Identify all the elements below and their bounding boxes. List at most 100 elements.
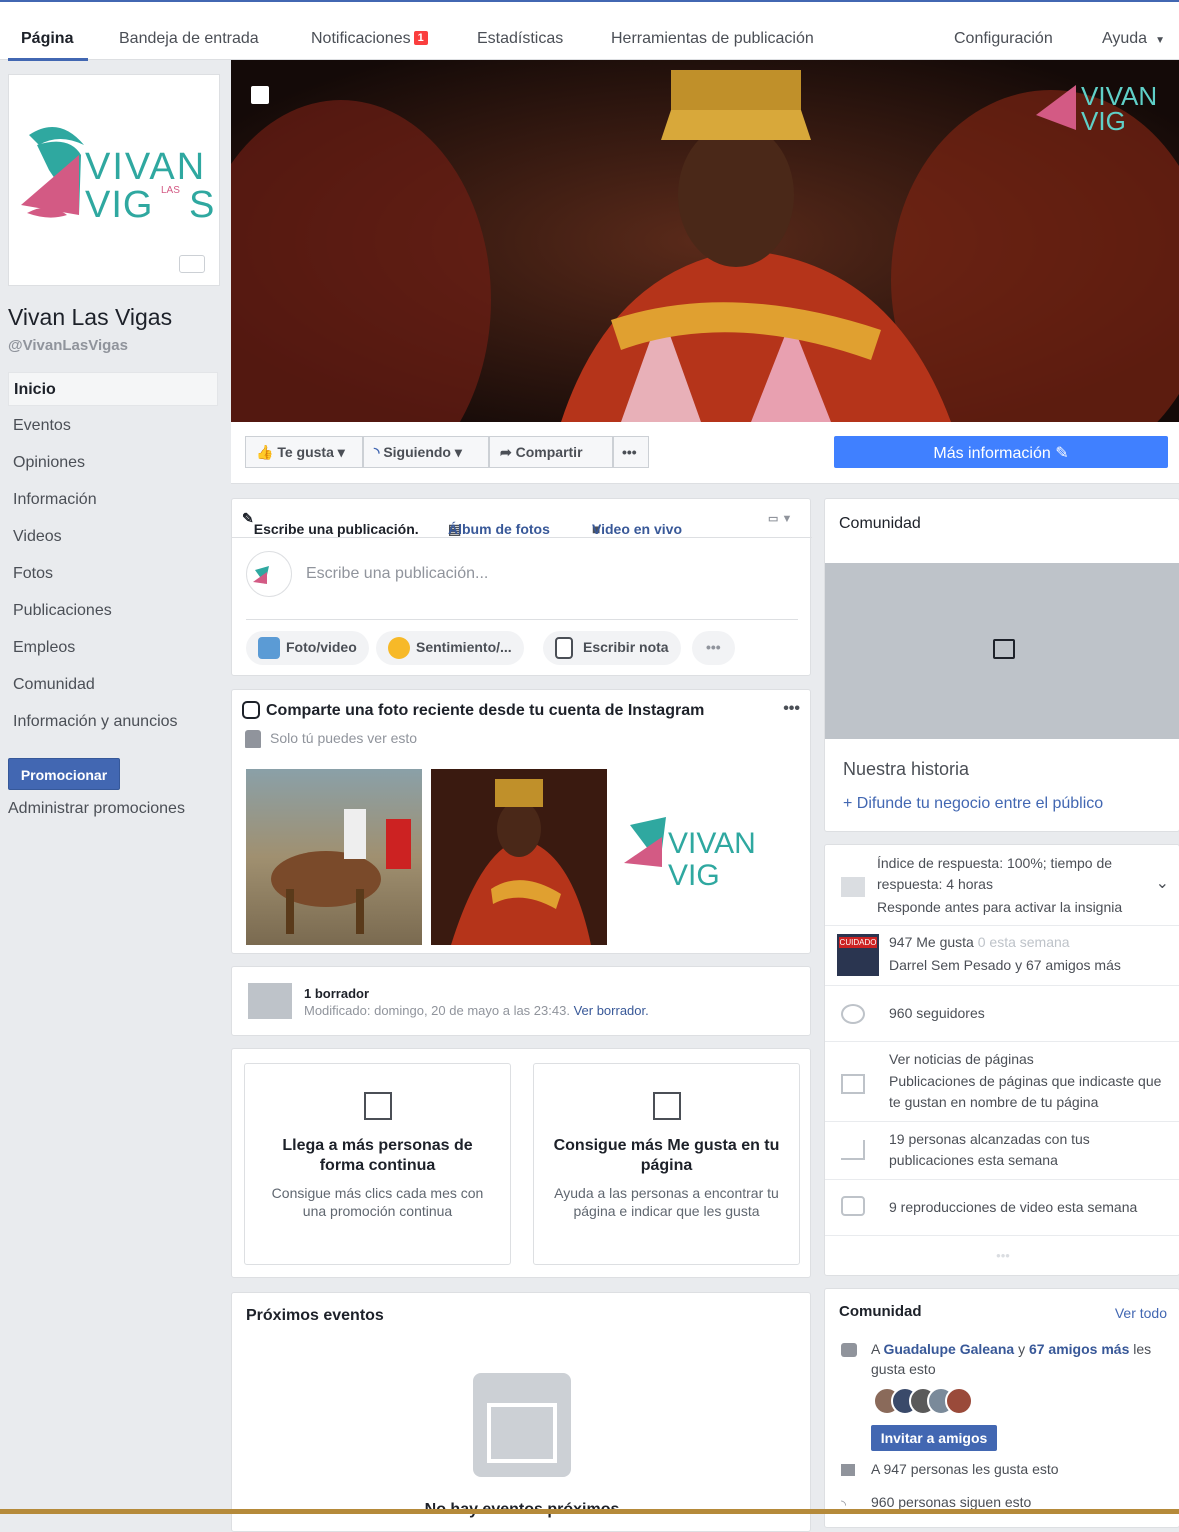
share-button[interactable]: ➦ Compartir xyxy=(489,436,613,468)
calendar-grid xyxy=(487,1403,557,1463)
manage-promotions-link[interactable]: Administrar promociones xyxy=(8,800,185,818)
chevron-down-icon[interactable]: ⌄ xyxy=(1156,873,1169,893)
sidebar-item-eventos[interactable]: Eventos xyxy=(8,409,218,443)
promo-likes[interactable]: Consigue más Me gusta en tu página Ayuda… xyxy=(533,1063,800,1265)
promo-likes-desc: Ayuda a las personas a encontrar tu pági… xyxy=(554,1185,779,1219)
instagram-photo-2[interactable] xyxy=(431,769,607,945)
promotions-card: Llega a más personas de forma continua C… xyxy=(231,1048,811,1278)
pencil-draft-icon xyxy=(248,983,292,1019)
story-link[interactable]: + Difunde tu negocio entre el público xyxy=(843,795,1103,813)
camera-icon[interactable] xyxy=(179,255,205,273)
page-handle[interactable]: @VivanLasVigas xyxy=(8,337,128,354)
cover-photo[interactable]: VIVAN VIG xyxy=(231,60,1179,422)
live-video-label: Video en vivo xyxy=(592,521,682,537)
lock-icon xyxy=(245,730,261,748)
composer-input[interactable]: Escribe una publicación... xyxy=(306,565,488,583)
draft-modified: Modificado: domingo, 20 de mayo a las 23… xyxy=(304,1003,570,1018)
likes-friends: Darrel Sem Pesado y 67 amigos más xyxy=(889,955,1173,976)
friends-like-text: A Guadalupe Galeana y 67 amigos más les … xyxy=(871,1339,1165,1379)
logo-small: LAS xyxy=(161,185,180,196)
instagram-title: Comparte una foto reciente desde tu cuen… xyxy=(266,702,705,719)
photo-video-label: Foto/video xyxy=(286,639,357,655)
sidebar-item-informacion[interactable]: Información xyxy=(8,483,218,517)
likes-row[interactable]: CUIDADO 947 Me gusta 0 esta semana Darre… xyxy=(825,925,1179,985)
sidebar-item-inicio[interactable]: Inicio xyxy=(8,372,218,406)
sidebar-item-comunidad[interactable]: Comunidad xyxy=(8,668,218,702)
stats-more: ••• xyxy=(996,1248,1010,1263)
likes-count: 947 Me gusta xyxy=(889,934,974,950)
photo-video-button[interactable]: Foto/video xyxy=(246,631,369,665)
composer-divider xyxy=(232,537,812,538)
page-top-nav: Página Bandeja de entrada Notificaciones… xyxy=(0,0,1179,61)
tab-notificaciones[interactable]: Notificaciones 1 xyxy=(311,30,428,48)
community-title: Comunidad xyxy=(839,1303,922,1320)
layers-icon xyxy=(363,1092,392,1120)
reach-row[interactable]: 19 personas alcanzadas con tus publicaci… xyxy=(825,1121,1179,1179)
page-news-row[interactable]: Ver noticias de páginas Publicaciones de… xyxy=(825,1041,1179,1121)
caret-down-icon: ▼ xyxy=(1155,35,1165,46)
video-views-row[interactable]: 9 reproducciones de video esta semana xyxy=(825,1179,1179,1235)
friend-name-link[interactable]: Guadalupe Galeana xyxy=(883,1341,1014,1357)
write-post-label: Escribe una publicación. xyxy=(253,521,419,537)
instagram-more-button[interactable]: ••• xyxy=(783,700,800,718)
write-note-label: Escribir nota xyxy=(583,639,669,655)
sidebar-item-empleos[interactable]: Empleos xyxy=(8,631,218,665)
thumbnail-label: CUIDADO xyxy=(838,937,878,948)
friends-like-and: y xyxy=(1018,1341,1026,1357)
photo-album-label: Álbum de fotos xyxy=(448,521,550,537)
view-draft-link[interactable]: Ver borrador. xyxy=(574,1003,649,1018)
promo-continuous[interactable]: Llega a más personas de forma continua C… xyxy=(244,1063,511,1265)
tab-estadisticas[interactable]: Estadísticas xyxy=(477,30,563,48)
sidebar-item-informacion-anuncios[interactable]: Información y anuncios xyxy=(8,705,218,739)
following-label: Siguiendo xyxy=(383,444,451,460)
tab-herramientas[interactable]: Herramientas de publicación xyxy=(611,30,814,48)
write-post-tab[interactable]: ✎ Escribe una publicación. xyxy=(242,510,419,537)
following-button[interactable]: ◝ Siguiendo ▾ xyxy=(363,436,489,468)
story-image-placeholder[interactable] xyxy=(825,563,1179,739)
like-button[interactable]: 👍 Te gusta ▾ xyxy=(245,436,363,468)
write-note-button[interactable]: Escribir nota xyxy=(543,631,681,665)
bar-chart-icon xyxy=(841,1140,865,1160)
likes-friend-name[interactable]: Darrel Sem Pesado xyxy=(889,957,1011,973)
friends-more-link[interactable]: 67 amigos más xyxy=(1029,1341,1129,1357)
sidebar-item-fotos[interactable]: Fotos xyxy=(8,557,218,591)
tab-bandeja[interactable]: Bandeja de entrada xyxy=(119,30,259,48)
tab-ayuda-label: Ayuda xyxy=(1102,30,1148,47)
instagram-photo-1[interactable] xyxy=(246,769,422,945)
people-icon xyxy=(841,1004,865,1024)
more-info-button[interactable]: Más información ✎ xyxy=(834,436,1168,468)
followers-row[interactable]: 960 seguidores xyxy=(825,985,1179,1041)
rss-icon: ◝ xyxy=(374,444,380,460)
see-all-link[interactable]: Ver todo xyxy=(1115,1305,1167,1321)
sidebar-item-publicaciones[interactable]: Publicaciones xyxy=(8,594,218,628)
community-card: Comunidad Ver todo A Guadalupe Galeana y… xyxy=(824,1288,1179,1528)
tab-configuracion[interactable]: Configuración xyxy=(954,30,1053,48)
logo-line1: VIVAN xyxy=(85,146,206,188)
sidebar-item-videos[interactable]: Videos xyxy=(8,520,218,554)
profile-picture[interactable]: VIVAN VIG LAS S xyxy=(8,74,220,286)
tab-ayuda[interactable]: Ayuda ▼ xyxy=(1102,30,1165,48)
community-follows: 960 personas siguen esto xyxy=(871,1494,1032,1510)
tab-pagina[interactable]: Página xyxy=(21,30,73,48)
sidebar-item-opiniones[interactable]: Opiniones xyxy=(8,446,218,480)
page-avatar xyxy=(246,551,292,597)
more-actions-button[interactable]: ••• xyxy=(613,436,649,468)
promo-continuous-title: Llega a más personas de forma continua xyxy=(282,1137,473,1174)
stats-more-row[interactable]: ••• xyxy=(825,1235,1179,1277)
community-header: Comunidad xyxy=(839,515,921,532)
share-arrow-icon: ➦ xyxy=(500,444,512,460)
composer-more-button[interactable]: ••• xyxy=(692,631,735,665)
instagram-icon xyxy=(242,701,260,719)
response-rate-row: Índice de respuesta: 100%; tiempo de res… xyxy=(825,845,1179,925)
likes-friend-more: y 67 amigos más xyxy=(1015,957,1121,973)
draft-title: 1 borrador xyxy=(304,986,370,1001)
add-photo-icon xyxy=(993,639,1015,659)
composer-options-dropdown[interactable]: ▭ ▼ xyxy=(768,512,792,525)
feeling-button[interactable]: Sentimiento/... xyxy=(376,631,524,665)
invite-friends-button[interactable]: Invitar a amigos xyxy=(871,1425,997,1451)
friend-avatars[interactable] xyxy=(873,1387,993,1415)
photo-icon xyxy=(258,637,280,659)
active-tab-indicator xyxy=(8,58,88,61)
instagram-photo-3[interactable]: VIVAN VIG xyxy=(616,769,792,945)
promote-button[interactable]: Promocionar xyxy=(8,758,120,790)
